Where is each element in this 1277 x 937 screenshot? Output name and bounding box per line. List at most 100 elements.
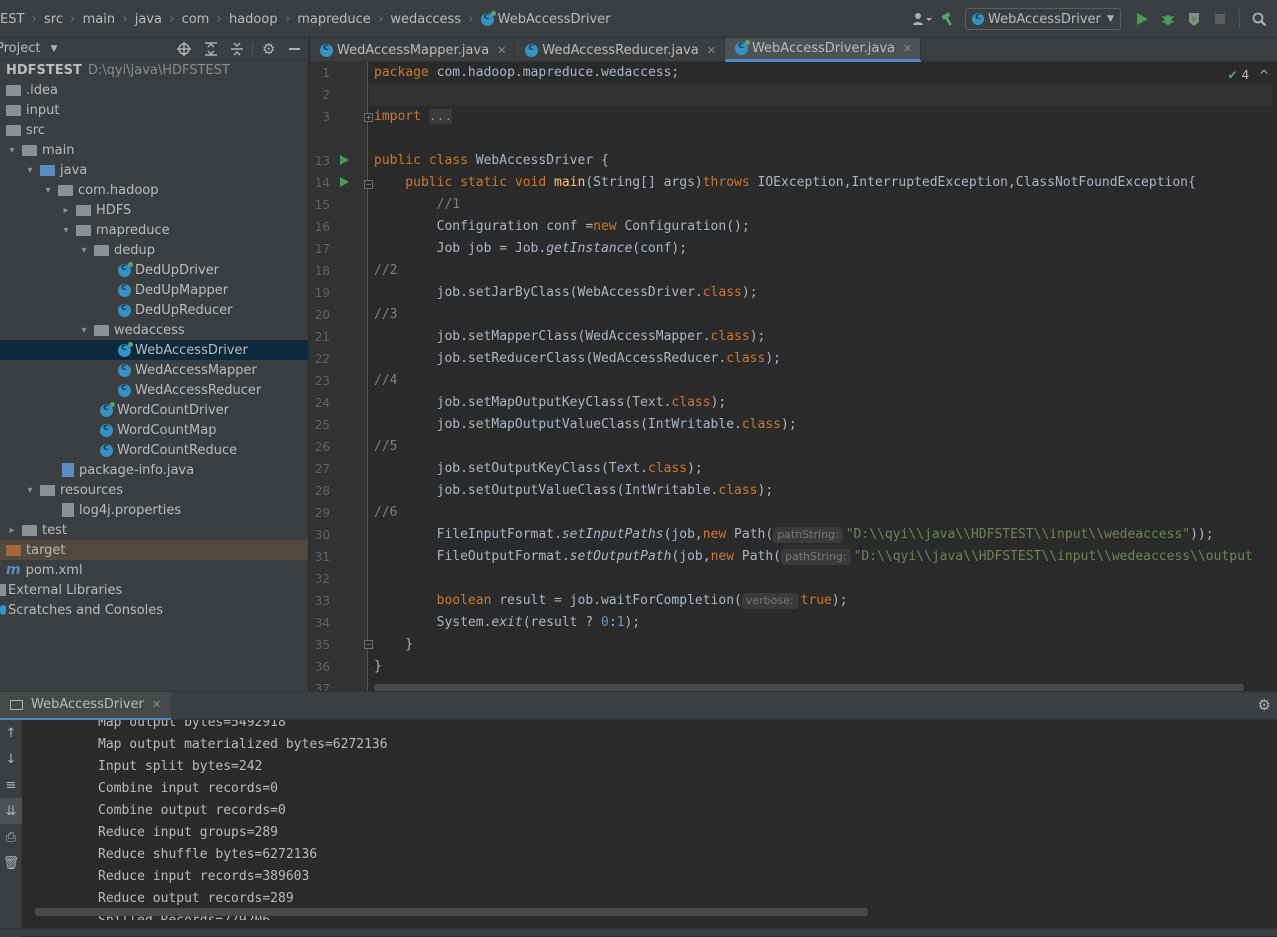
- fold-expand-icon[interactable]: +: [364, 113, 373, 122]
- tree-item-wedaccessreducer[interactable]: WedAccessReducer: [0, 380, 308, 400]
- chevron-down-icon[interactable]: ▾: [78, 325, 90, 336]
- chevron-down-icon[interactable]: ▾: [24, 165, 36, 176]
- breadcrumb-item[interactable]: java: [135, 12, 162, 27]
- chevron-right-icon: ›: [31, 11, 38, 27]
- close-icon[interactable]: ✕: [497, 44, 506, 57]
- tree-item-wedaccessmapper[interactable]: WedAccessMapper: [0, 360, 308, 380]
- java-class-icon: [118, 362, 131, 377]
- arrow-down-icon[interactable]: ↓: [0, 746, 22, 772]
- tree-item-dedup[interactable]: ▾ dedup: [0, 240, 308, 260]
- close-icon[interactable]: ✕: [903, 42, 912, 55]
- code-line: }: [374, 637, 414, 652]
- tree-item-dedupmapper[interactable]: DedUpMapper: [0, 280, 308, 300]
- run-gutter-icon[interactable]: [340, 177, 349, 187]
- inspection-widget[interactable]: ✔ 4 ^: [1228, 68, 1269, 82]
- chevron-down-icon[interactable]: ▾: [78, 245, 90, 256]
- tree-item-webaccessdriver[interactable]: WebAccessDriver: [0, 340, 308, 360]
- package-icon: [94, 324, 109, 336]
- coverage-icon[interactable]: [1182, 7, 1206, 31]
- java-class-icon: [118, 341, 133, 357]
- tree-item-wedaccess[interactable]: ▾ wedaccess: [0, 320, 308, 340]
- arrow-up-icon[interactable]: ↑: [0, 720, 22, 746]
- tab-label: WebAccessDriver.java: [751, 41, 895, 56]
- tree-item-wordcountreduce[interactable]: WordCountReduce: [0, 440, 308, 460]
- tree-item-hdfs[interactable]: ▸ HDFS: [0, 200, 308, 220]
- code-line: job.setOutputKeyClass(Text.class);: [374, 461, 703, 476]
- breadcrumb-label: hadoop: [228, 11, 278, 27]
- expand-all-icon[interactable]: [203, 41, 219, 61]
- run-icon[interactable]: [1130, 7, 1154, 31]
- java-class-icon: [525, 42, 539, 57]
- tree-item-main[interactable]: ▾ main: [0, 140, 308, 160]
- tree-item-dedupreducer[interactable]: DedUpReducer: [0, 300, 308, 320]
- breadcrumb-item[interactable]: WebAccessDriver: [480, 10, 611, 27]
- package-icon: [76, 204, 91, 216]
- chevron-down-icon[interactable]: ▾: [60, 225, 72, 236]
- chevron-right-icon[interactable]: ▸: [6, 525, 18, 536]
- code-line: package com.hadoop.mapreduce.wedaccess;: [374, 65, 680, 80]
- debug-icon[interactable]: [1156, 7, 1180, 31]
- tree-item-wordcountmap[interactable]: WordCountMap: [0, 420, 308, 440]
- tree-item-log4j[interactable]: log4j.properties: [0, 500, 308, 520]
- project-view-select[interactable]: Project ▼: [0, 41, 57, 56]
- tree-item-resources[interactable]: ▾ resources: [0, 480, 308, 500]
- horizontal-scrollbar[interactable]: [374, 684, 1244, 691]
- tree-item-wordcountdriver[interactable]: WordCountDriver: [0, 400, 308, 420]
- tree-item-root[interactable]: HDFSTEST D:\qyi\java\HDFSTEST: [0, 60, 308, 80]
- tree-item-pom[interactable]: m pom.xml: [0, 560, 308, 580]
- tree-item-src[interactable]: src: [0, 120, 308, 140]
- breadcrumb-item[interactable]: wedaccess: [390, 12, 461, 27]
- locate-icon[interactable]: [176, 41, 192, 61]
- print-icon[interactable]: ⎙: [0, 824, 22, 850]
- gear-icon[interactable]: ⚙: [262, 40, 275, 58]
- console-output[interactable]: Map output bytes=5492918 Map output mate…: [23, 720, 1277, 920]
- line-number: 34: [314, 616, 330, 630]
- close-icon[interactable]: ✕: [152, 698, 161, 711]
- build-hammer-icon[interactable]: [936, 7, 960, 31]
- tab-webaccessdriver[interactable]: WebAccessDriver.java ✕: [724, 38, 922, 62]
- user-icon[interactable]: [910, 7, 934, 31]
- tab-wedaccessmapper[interactable]: WedAccessMapper.java ✕: [310, 38, 516, 62]
- run-configuration-select[interactable]: WebAccessDriver ▼: [965, 8, 1121, 30]
- tree-item-package-info[interactable]: package-info.java: [0, 460, 308, 480]
- close-icon[interactable]: ✕: [707, 44, 716, 57]
- chevron-right-icon[interactable]: ▸: [60, 205, 72, 216]
- tree-label: HDFSTEST: [6, 62, 82, 78]
- tree-item-scratches[interactable]: Scratches and Consoles: [0, 600, 308, 620]
- code-line: Configuration conf =new Configuration();: [374, 219, 750, 234]
- fold-collapse-icon[interactable]: −: [364, 180, 373, 189]
- tree-item-dedupdriver[interactable]: DedUpDriver: [0, 260, 308, 280]
- fold-collapse-icon[interactable]: −: [364, 640, 373, 649]
- breadcrumb-item[interactable]: main: [83, 12, 115, 27]
- code-editor[interactable]: 1 2 3 13 14 15 16 17 18 19 20 21 22 23 2…: [310, 62, 1277, 691]
- chevron-down-icon[interactable]: ▾: [24, 485, 36, 496]
- scroll-to-end-icon[interactable]: ⇊: [0, 798, 22, 824]
- soft-wrap-icon[interactable]: ≡: [0, 772, 22, 798]
- run-tab[interactable]: WebAccessDriver ✕: [0, 691, 172, 720]
- minimize-icon[interactable]: [289, 48, 300, 50]
- tree-item-idea[interactable]: .idea: [0, 80, 308, 100]
- breadcrumb-item[interactable]: src: [44, 12, 63, 27]
- run-gutter-icon[interactable]: [340, 155, 349, 165]
- chevron-down-icon[interactable]: ▾: [6, 145, 18, 156]
- chevron-down-icon[interactable]: ▾: [42, 185, 54, 196]
- console-horizontal-scrollbar[interactable]: [35, 908, 868, 916]
- tree-item-external-libraries[interactable]: External Libraries: [0, 580, 308, 600]
- tree-item-target[interactable]: target: [0, 540, 308, 560]
- tab-wedaccessreducer[interactable]: WedAccessReducer.java ✕: [515, 38, 725, 62]
- maven-icon: m: [6, 562, 21, 578]
- tree-item-com-hadoop[interactable]: ▾ com.hadoop: [0, 180, 308, 200]
- stop-icon[interactable]: [1208, 7, 1232, 31]
- breadcrumb-item[interactable]: EST: [0, 12, 24, 27]
- breadcrumb-item[interactable]: mapreduce: [297, 12, 371, 27]
- breadcrumb-item[interactable]: hadoop: [229, 12, 278, 27]
- tree-item-java[interactable]: ▾ java: [0, 160, 308, 180]
- gear-icon[interactable]: ⚙: [1258, 696, 1271, 714]
- trash-icon[interactable]: 🗑: [0, 850, 22, 876]
- tree-item-mapreduce[interactable]: ▾ mapreduce: [0, 220, 308, 240]
- tree-item-test[interactable]: ▸ test: [0, 520, 308, 540]
- collapse-all-icon[interactable]: [229, 41, 245, 61]
- tree-item-input[interactable]: input: [0, 100, 308, 120]
- search-icon[interactable]: [1247, 7, 1271, 31]
- breadcrumb-item[interactable]: com: [182, 12, 210, 27]
